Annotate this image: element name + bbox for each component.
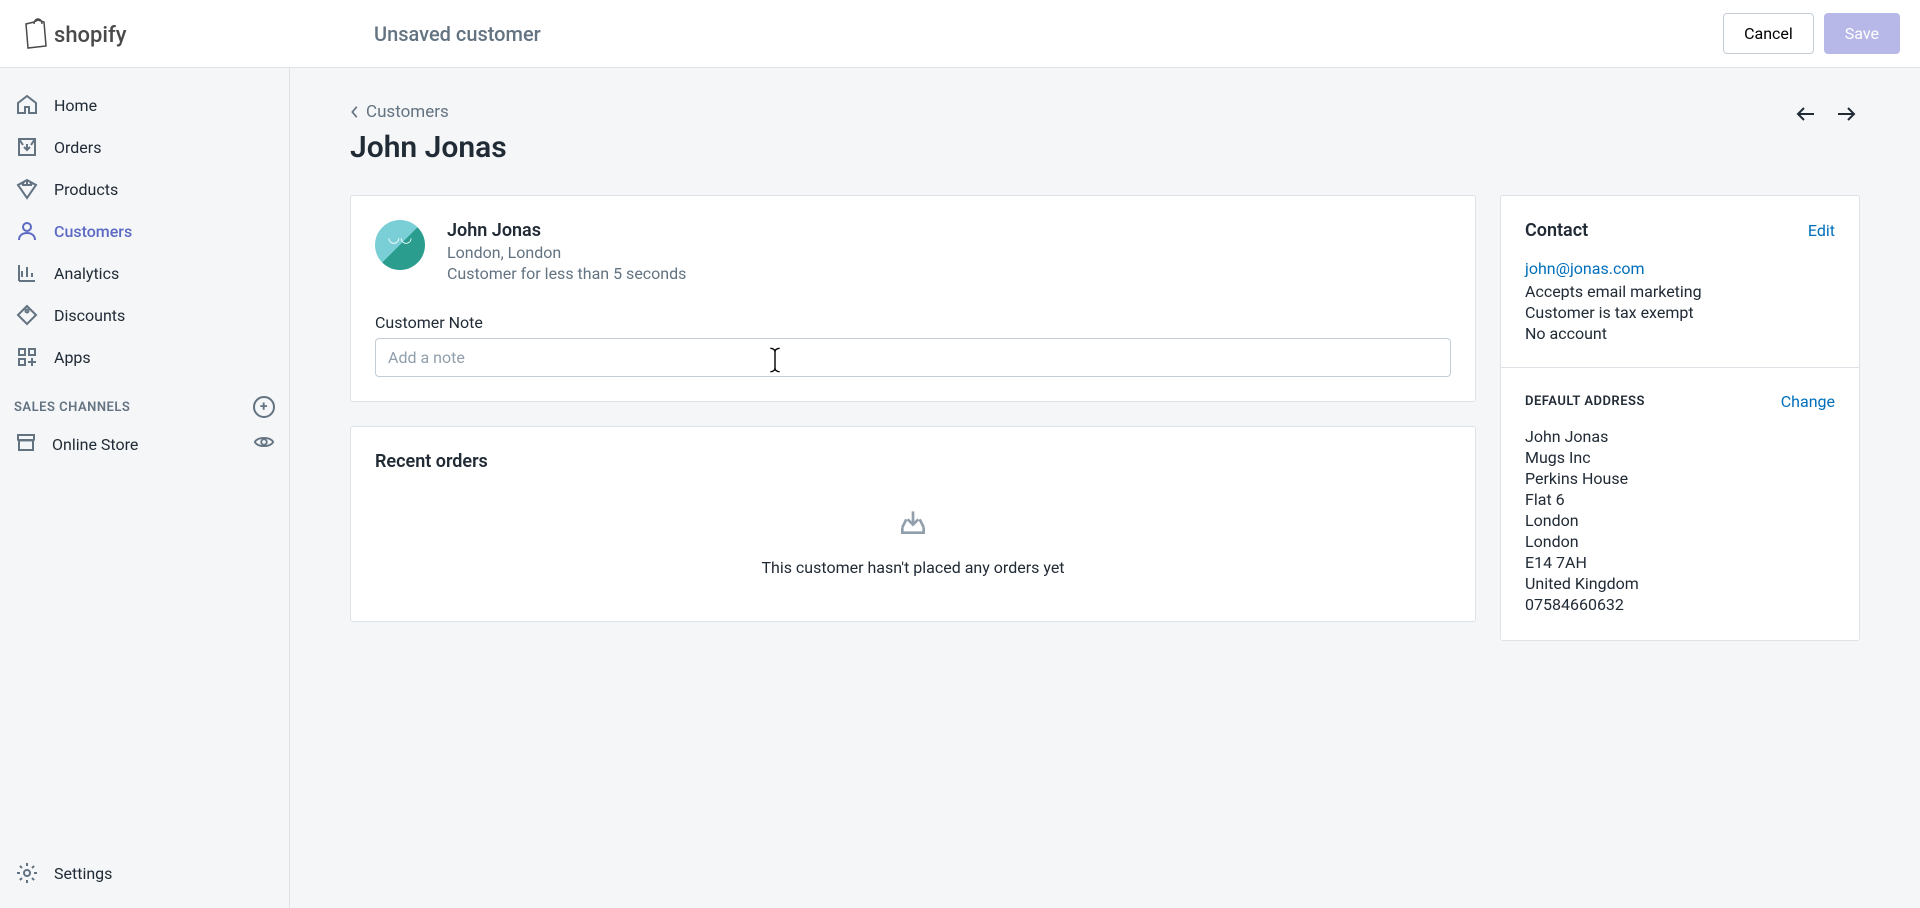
customer-summary-card: ◡◡ John Jonas London, London Customer fo… <box>350 195 1476 402</box>
sidebar: Home Orders Products Customers Analytics… <box>0 68 290 908</box>
top-bar: shopify Unsaved customer Cancel Save <box>0 0 1920 68</box>
sidebar-item-label: Orders <box>54 138 101 157</box>
view-store-icon[interactable] <box>253 431 275 457</box>
topbar-left: shopify Unsaved customer <box>20 14 541 54</box>
sidebar-item-settings[interactable]: Settings <box>0 852 289 894</box>
recent-orders-card: Recent orders This customer hasn't place… <box>350 426 1476 622</box>
prev-record-icon[interactable] <box>1794 102 1820 128</box>
store-icon <box>14 430 38 458</box>
orders-icon <box>14 134 40 160</box>
contact-card: Contact Edit john@jonas.com Accepts emai… <box>1500 195 1860 641</box>
divider <box>1501 367 1859 368</box>
change-address-button[interactable]: Change <box>1781 392 1835 411</box>
recent-orders-title: Recent orders <box>375 451 1451 472</box>
empty-orders-icon <box>375 506 1451 538</box>
svg-text:shopify: shopify <box>54 23 127 48</box>
customer-location: London, London <box>447 243 686 262</box>
contact-marketing: Accepts email marketing <box>1525 282 1835 301</box>
customer-note-input[interactable] <box>375 338 1451 377</box>
sidebar-item-customers[interactable]: Customers <box>0 210 289 252</box>
save-button[interactable]: Save <box>1824 13 1900 54</box>
customer-note-label: Customer Note <box>375 313 1451 332</box>
unsaved-status: Unsaved customer <box>374 22 541 46</box>
page-title: John Jonas <box>350 130 507 165</box>
contact-account: No account <box>1525 324 1835 343</box>
sidebar-item-products[interactable]: Products <box>0 168 289 210</box>
discounts-icon <box>14 302 40 328</box>
sidebar-item-label: Settings <box>54 864 112 883</box>
home-icon <box>14 92 40 118</box>
address-block: John Jonas Mugs Inc Perkins House Flat 6… <box>1525 427 1835 614</box>
sales-channels-header: SALES CHANNELS + <box>0 378 289 422</box>
settings-icon <box>14 860 40 886</box>
sidebar-item-apps[interactable]: Apps <box>0 336 289 378</box>
addr-line1: Perkins House <box>1525 469 1835 488</box>
addr-postcode: E14 7AH <box>1525 553 1835 572</box>
edit-contact-button[interactable]: Edit <box>1808 221 1835 240</box>
customers-icon <box>14 218 40 244</box>
products-icon <box>14 176 40 202</box>
online-store-label: Online Store <box>52 435 138 454</box>
next-record-icon[interactable] <box>1834 102 1860 128</box>
shopify-logo[interactable]: shopify <box>20 14 160 54</box>
contact-tax: Customer is tax exempt <box>1525 303 1835 322</box>
sidebar-item-label: Customers <box>54 222 132 241</box>
sidebar-item-label: Discounts <box>54 306 125 325</box>
customer-duration: Customer for less than 5 seconds <box>447 264 686 283</box>
analytics-icon <box>14 260 40 286</box>
addr-city2: London <box>1525 532 1835 551</box>
breadcrumb[interactable]: Customers <box>350 102 507 122</box>
sidebar-item-label: Apps <box>54 348 91 367</box>
sidebar-item-discounts[interactable]: Discounts <box>0 294 289 336</box>
addr-country: United Kingdom <box>1525 574 1835 593</box>
text-cursor-icon <box>768 346 782 370</box>
contact-email-link[interactable]: john@jonas.com <box>1525 259 1835 278</box>
customer-name: John Jonas <box>447 220 686 241</box>
sidebar-item-online-store[interactable]: Online Store <box>0 422 289 466</box>
apps-icon <box>14 344 40 370</box>
sidebar-item-orders[interactable]: Orders <box>0 126 289 168</box>
addr-line2: Flat 6 <box>1525 490 1835 509</box>
add-channel-icon[interactable]: + <box>253 396 275 418</box>
default-address-header: DEFAULT ADDRESS <box>1525 394 1645 409</box>
empty-orders-text: This customer hasn't placed any orders y… <box>375 558 1451 577</box>
avatar: ◡◡ <box>375 220 425 270</box>
breadcrumb-label: Customers <box>366 102 449 122</box>
sales-channels-label: SALES CHANNELS <box>14 400 130 415</box>
topbar-actions: Cancel Save <box>1723 13 1900 54</box>
sidebar-item-home[interactable]: Home <box>0 84 289 126</box>
record-nav-arrows <box>1794 102 1860 128</box>
sidebar-item-label: Analytics <box>54 264 119 283</box>
sidebar-item-label: Products <box>54 180 118 199</box>
addr-phone: 07584660632 <box>1525 595 1835 614</box>
main-content: Customers John Jonas ◡◡ John Jonas Londo… <box>290 68 1920 908</box>
cancel-button[interactable]: Cancel <box>1723 13 1814 54</box>
sidebar-item-label: Home <box>54 96 97 115</box>
contact-title: Contact <box>1525 220 1588 241</box>
sidebar-item-analytics[interactable]: Analytics <box>0 252 289 294</box>
addr-name: John Jonas <box>1525 427 1835 446</box>
addr-company: Mugs Inc <box>1525 448 1835 467</box>
addr-city1: London <box>1525 511 1835 530</box>
